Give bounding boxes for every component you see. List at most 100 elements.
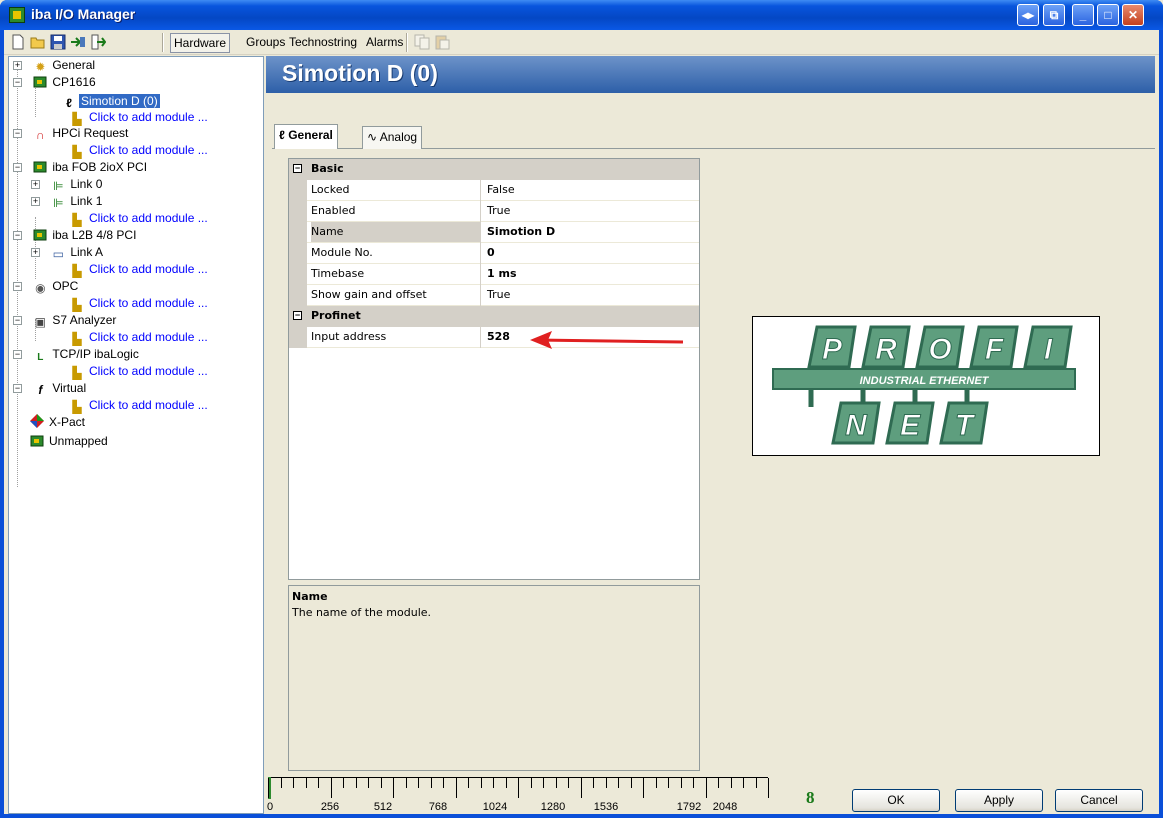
ruler-tick	[293, 778, 294, 788]
tree-item-add-module[interactable]: ▙ Click to add module ...	[69, 329, 210, 346]
ok-button[interactable]: OK	[852, 789, 940, 812]
collapse-icon[interactable]: −	[13, 384, 22, 393]
tree-item-hpci-request[interactable]: − ∩ HPCi Request	[13, 125, 130, 142]
property-value[interactable]: True	[487, 285, 697, 305]
tree-item-unmapped[interactable]: Unmapped	[29, 433, 110, 450]
collapse-icon[interactable]: −	[13, 350, 22, 359]
tree-item-tcpip-ibalogic[interactable]: − L TCP/IP ibaLogic	[13, 346, 141, 363]
tree-item-add-module[interactable]: ▙ Click to add module ...	[69, 109, 210, 126]
tree-item-opc[interactable]: − ◉ OPC	[13, 278, 80, 295]
tab-technostring[interactable]: Technostring	[286, 33, 360, 53]
minimize-button[interactable]: _	[1072, 4, 1094, 26]
title-bar[interactable]: iba I/O Manager ◂▸ ⧉ _ □ ✕	[0, 0, 1163, 30]
hardware-tree[interactable]: + ✹ General − CP1616 ℓ Simotion D (0) ▙ Cli…	[8, 56, 264, 814]
expand-icon[interactable]: +	[31, 197, 40, 206]
tree-item-cp1616[interactable]: − CP1616	[13, 74, 98, 91]
xpact-icon	[29, 414, 45, 428]
import-icon[interactable]	[70, 34, 86, 50]
ruler-tick	[668, 778, 669, 788]
maximize-button[interactable]: □	[1097, 4, 1119, 26]
collapse-icon[interactable]: −	[13, 129, 22, 138]
property-value[interactable]: True	[487, 201, 697, 221]
tree-item-general[interactable]: + ✹ General	[13, 57, 97, 74]
ruler-label: 256	[320, 801, 340, 813]
cancel-button[interactable]: Cancel	[1055, 789, 1143, 812]
collapse-icon[interactable]: −	[13, 282, 22, 291]
switch-view-button[interactable]: ◂▸	[1017, 4, 1039, 26]
ruler-tick	[455, 778, 457, 798]
add-module-icon: ▙	[72, 213, 82, 227]
tree-item-add-module[interactable]: ▙ Click to add module ...	[69, 261, 210, 278]
apply-button[interactable]: Apply	[955, 789, 1043, 812]
tree-item-virtual[interactable]: − f Virtual	[13, 380, 88, 397]
tree-item-x-pact[interactable]: X-Pact	[29, 414, 87, 431]
property-row-selected[interactable]: Name Simotion D	[289, 222, 699, 243]
column-divider	[480, 201, 481, 222]
annotation-arrow-icon	[530, 331, 684, 349]
tree-item-add-module[interactable]: ▙ Click to add module ...	[69, 295, 210, 312]
save-icon[interactable]	[50, 34, 66, 50]
export-icon[interactable]	[90, 34, 107, 50]
tree-item-label: Click to add module ...	[89, 330, 208, 344]
collapse-icon[interactable]: −	[293, 164, 302, 173]
property-value[interactable]: False	[487, 180, 697, 200]
restore-layout-button[interactable]: ⧉	[1043, 4, 1065, 26]
new-file-icon[interactable]	[10, 34, 26, 50]
property-row[interactable]: Timebase 1 ms	[289, 264, 699, 285]
ruler-tick	[693, 778, 694, 788]
tree-item-label: Click to add module ...	[89, 364, 208, 378]
tree-item-add-module[interactable]: ▙ Click to add module ...	[69, 363, 210, 380]
category-basic[interactable]: − Basic	[289, 159, 699, 180]
tree-item-iba-fob[interactable]: − iba FOB 2ioX PCI	[13, 159, 149, 176]
tree-item-link-0[interactable]: + ⊫ Link 0	[31, 176, 104, 193]
expand-icon[interactable]: +	[31, 248, 40, 257]
expand-icon[interactable]: +	[13, 61, 22, 70]
collapse-icon[interactable]: −	[13, 163, 22, 172]
property-row[interactable]: Module No. 0	[289, 243, 699, 264]
tree-item-add-module[interactable]: ▙ Click to add module ...	[69, 397, 210, 414]
ruler-tick	[468, 778, 469, 788]
tree-item-label: Simotion D (0)	[79, 94, 160, 108]
property-row[interactable]: Show gain and offset True	[289, 285, 699, 306]
tree-item-label: Link A	[70, 245, 104, 259]
category-profinet[interactable]: − Profinet	[289, 306, 699, 327]
close-button[interactable]: ✕	[1122, 4, 1144, 26]
ruler-tick	[618, 778, 619, 788]
expand-icon[interactable]: +	[31, 180, 40, 189]
ruler-tick	[568, 778, 569, 788]
copy-icon[interactable]	[414, 34, 430, 50]
property-row[interactable]: Enabled True	[289, 201, 699, 222]
collapse-icon[interactable]: −	[293, 311, 302, 320]
tab-analog[interactable]: ∿ Analog	[362, 126, 423, 149]
ruler-tick	[643, 778, 644, 798]
tab-alarms[interactable]: Alarms	[363, 33, 406, 53]
ruler-tick	[580, 778, 582, 798]
tree-item-label: Click to add module ...	[89, 143, 208, 157]
tree-item-s7-analyzer[interactable]: − ▣ S7 Analyzer	[13, 312, 118, 329]
tree-item-add-module[interactable]: ▙ Click to add module ...	[69, 142, 210, 159]
logo-tile-bottom-0: N	[831, 401, 881, 445]
ruler-tick	[518, 778, 519, 798]
collapse-icon[interactable]: −	[13, 316, 22, 325]
tab-general[interactable]: ℓ General	[274, 124, 338, 149]
tab-hardware[interactable]: Hardware	[170, 33, 231, 53]
tree-item-simotion-d[interactable]: ℓ Simotion D (0)	[61, 93, 160, 110]
ruler-tick	[380, 778, 382, 788]
property-value[interactable]: 0	[487, 243, 697, 263]
tree-item-link-1[interactable]: + ⊫ Link 1	[31, 193, 104, 210]
logo-tile-top-1: R	[861, 325, 911, 369]
property-key: Show gain and offset	[311, 288, 427, 301]
property-grid[interactable]: − Basic Locked False Enabled True Name S…	[288, 158, 700, 580]
tree-item-iba-l2b[interactable]: − iba L2B 4/8 PCI	[13, 227, 138, 244]
property-value[interactable]: 1 ms	[487, 264, 697, 284]
collapse-icon[interactable]: −	[13, 231, 22, 240]
tree-item-add-module[interactable]: ▙ Click to add module ...	[69, 210, 210, 227]
open-folder-icon[interactable]	[30, 34, 46, 50]
tree-item-link-a[interactable]: + ▭ Link A	[31, 244, 105, 261]
app-icon	[9, 7, 25, 23]
tab-groups[interactable]: Groups	[243, 33, 288, 53]
paste-icon[interactable]	[434, 34, 450, 50]
collapse-icon[interactable]: −	[13, 78, 22, 87]
property-row[interactable]: Locked False	[289, 180, 699, 201]
property-value[interactable]: Simotion D	[487, 222, 697, 242]
